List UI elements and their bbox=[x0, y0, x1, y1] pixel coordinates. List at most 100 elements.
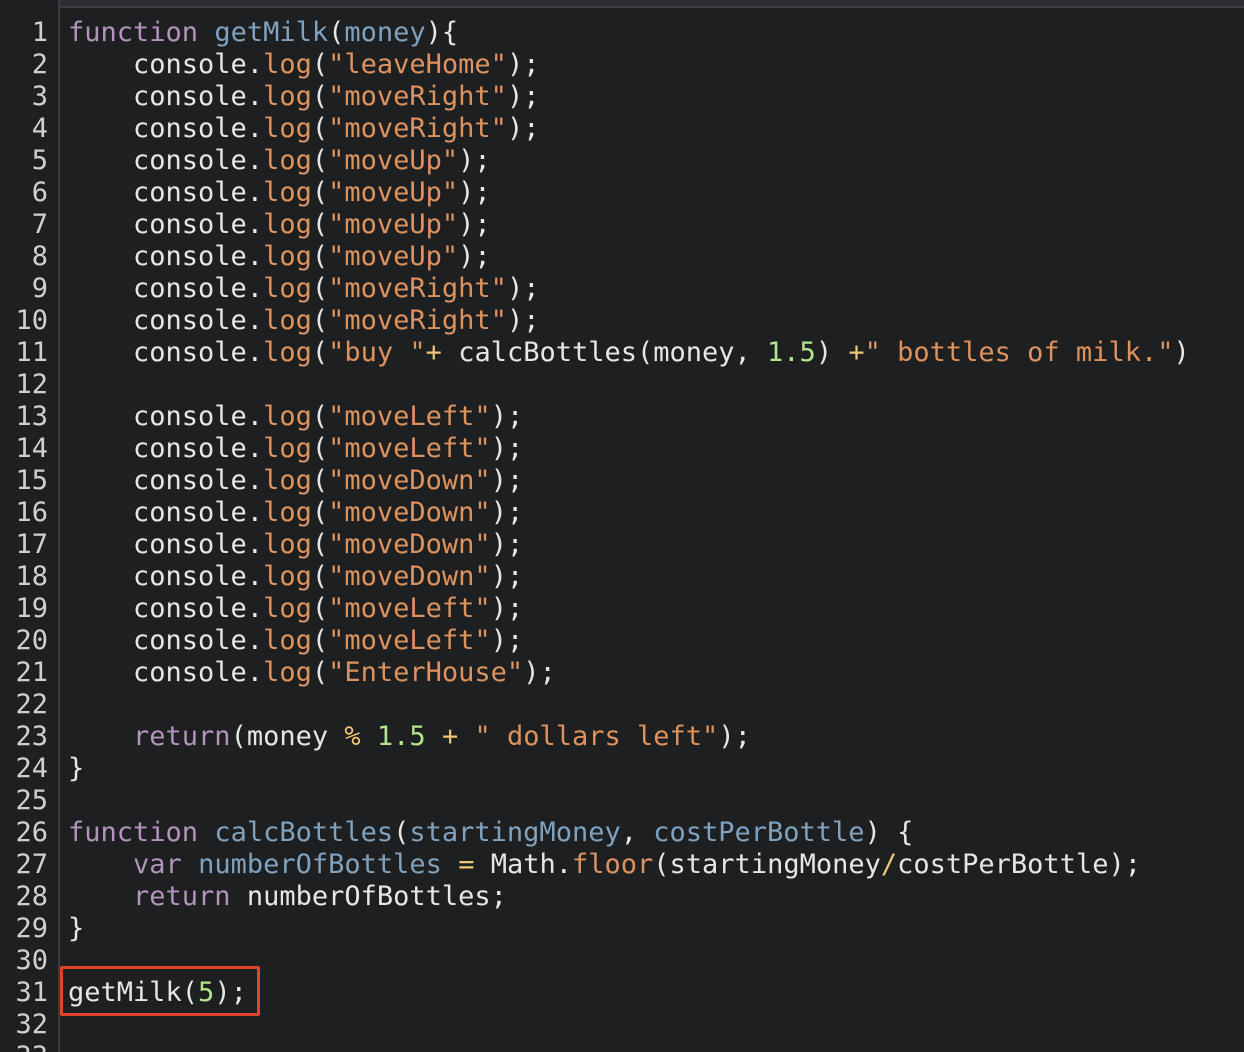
code-line[interactable]: console.log("moveRight"); bbox=[68, 273, 539, 305]
code-token: log bbox=[263, 113, 312, 144]
code-line[interactable]: return numberOfBottles; bbox=[68, 881, 507, 913]
code-line[interactable]: console.log("EnterHouse"); bbox=[68, 657, 556, 689]
code-token: ( bbox=[311, 593, 329, 624]
code-token: "leaveHome" bbox=[328, 49, 507, 80]
code-token: console. bbox=[68, 337, 264, 368]
code-token: calcBottles(money, bbox=[441, 337, 768, 368]
code-line[interactable]: console.log("moveUp"); bbox=[68, 209, 491, 241]
code-line[interactable]: console.log("moveLeft"); bbox=[68, 433, 523, 465]
code-token: floor bbox=[572, 849, 654, 880]
code-token: ( bbox=[311, 497, 329, 528]
code-line[interactable]: console.log("moveUp"); bbox=[68, 241, 491, 273]
code-token: console. bbox=[68, 49, 264, 80]
code-token: ( bbox=[311, 625, 329, 656]
code-token: + bbox=[441, 721, 459, 752]
code-token: console. bbox=[68, 113, 264, 144]
code-token: log bbox=[263, 209, 312, 240]
code-token: "moveDown" bbox=[328, 529, 491, 560]
code-line[interactable]: console.log("moveLeft"); bbox=[68, 401, 523, 433]
code-editor[interactable]: 1 2 3 4 5 6 7 8 9 10 11 12 13 14 15 16 17 18 19 20 21 22 23 24 2… bbox=[0, 0, 1244, 1052]
code-token: console. bbox=[68, 81, 264, 112]
code-token: "moveLeft" bbox=[328, 433, 491, 464]
code-line[interactable]: console.log("moveDown"); bbox=[68, 465, 523, 497]
code-line[interactable]: var numberOfBottles = Math.floor(startin… bbox=[68, 849, 1141, 881]
code-token: ); bbox=[490, 497, 524, 528]
line-number: 8 bbox=[31, 241, 48, 272]
code-token: ); bbox=[458, 209, 491, 240]
code-token: ); bbox=[458, 241, 491, 272]
code-token: ); bbox=[490, 529, 524, 560]
line-number: 4 bbox=[31, 113, 48, 144]
code-line[interactable]: console.log("moveUp"); bbox=[68, 177, 491, 209]
code-token: ( bbox=[311, 465, 329, 496]
code-line[interactable]: console.log("moveDown"); bbox=[68, 497, 523, 529]
code-token: ( bbox=[311, 241, 329, 272]
line-number: 16 bbox=[15, 497, 48, 528]
code-token: log bbox=[263, 625, 312, 656]
code-token: + bbox=[848, 337, 865, 368]
code-line[interactable]: console.log("moveLeft"); bbox=[68, 625, 523, 657]
code-token: ( bbox=[311, 337, 329, 368]
code-token: console. bbox=[68, 273, 264, 304]
line-number: 33 bbox=[15, 1041, 48, 1052]
code-token: ) bbox=[815, 337, 849, 368]
line-number: 9 bbox=[31, 273, 48, 304]
code-token: ( bbox=[311, 657, 329, 688]
code-line[interactable]: console.log("leaveHome"); bbox=[68, 49, 539, 81]
code-line[interactable]: console.log("moveRight"); bbox=[68, 113, 539, 145]
code-token: ( bbox=[311, 433, 329, 464]
code-token: "moveDown" bbox=[328, 561, 491, 592]
line-number: 30 bbox=[15, 945, 48, 976]
code-token: ); bbox=[506, 49, 540, 80]
code-token: "buy " bbox=[328, 337, 426, 368]
code-token: "moveUp" bbox=[328, 209, 459, 240]
code-line[interactable]: console.log("moveRight"); bbox=[68, 305, 539, 337]
code-token: "moveLeft" bbox=[328, 593, 491, 624]
code-token: 1.5 bbox=[376, 721, 426, 752]
code-token: ) bbox=[1173, 337, 1190, 368]
code-line[interactable]: console.log("buy "+ calcBottles(money, 1… bbox=[68, 337, 1190, 369]
code-token: numberOfBottles; bbox=[230, 881, 507, 912]
code-token: "moveUp" bbox=[328, 145, 459, 176]
code-token: ( bbox=[393, 817, 410, 848]
code-token: } bbox=[68, 913, 85, 944]
code-token: startingMoney bbox=[409, 817, 621, 848]
code-line[interactable]: console.log("moveDown"); bbox=[68, 529, 523, 561]
code-line[interactable]: console.log("moveDown"); bbox=[68, 561, 523, 593]
code-token: return bbox=[133, 881, 231, 912]
line-number: 5 bbox=[31, 145, 48, 176]
code-token: console. bbox=[68, 305, 264, 336]
code-line[interactable]: } bbox=[68, 913, 84, 945]
line-number: 20 bbox=[15, 625, 48, 656]
code-line[interactable]: function getMilk(money){ bbox=[68, 17, 458, 49]
code-line[interactable]: function calcBottles(startingMoney, cost… bbox=[68, 817, 913, 849]
code-token: "moveUp" bbox=[328, 241, 459, 272]
code-line[interactable]: console.log("moveRight"); bbox=[68, 81, 539, 113]
code-token: console. bbox=[68, 529, 264, 560]
code-token: log bbox=[263, 241, 312, 272]
code-token: = bbox=[458, 849, 475, 880]
code-line[interactable]: } bbox=[68, 753, 84, 785]
code-token: numberOfBottles bbox=[198, 849, 442, 880]
code-token: log bbox=[263, 81, 312, 112]
code-line[interactable]: console.log("moveLeft"); bbox=[68, 593, 523, 625]
code-token: } bbox=[68, 753, 85, 784]
line-number: 27 bbox=[15, 849, 48, 880]
code-token: / bbox=[880, 849, 898, 880]
code-token: "moveDown" bbox=[328, 465, 491, 496]
code-line[interactable]: console.log("moveUp"); bbox=[68, 145, 491, 177]
code-token: log bbox=[263, 561, 312, 592]
line-number: 2 bbox=[31, 49, 48, 80]
code-token: ( bbox=[311, 305, 329, 336]
line-number: 26 bbox=[15, 817, 48, 848]
code-token: console. bbox=[68, 561, 264, 592]
line-number: 31 bbox=[15, 977, 48, 1008]
code-token: console. bbox=[68, 177, 264, 208]
code-token: "moveRight" bbox=[328, 273, 507, 304]
code-line[interactable]: return(money % 1.5 + " dollars left"); bbox=[68, 721, 751, 753]
